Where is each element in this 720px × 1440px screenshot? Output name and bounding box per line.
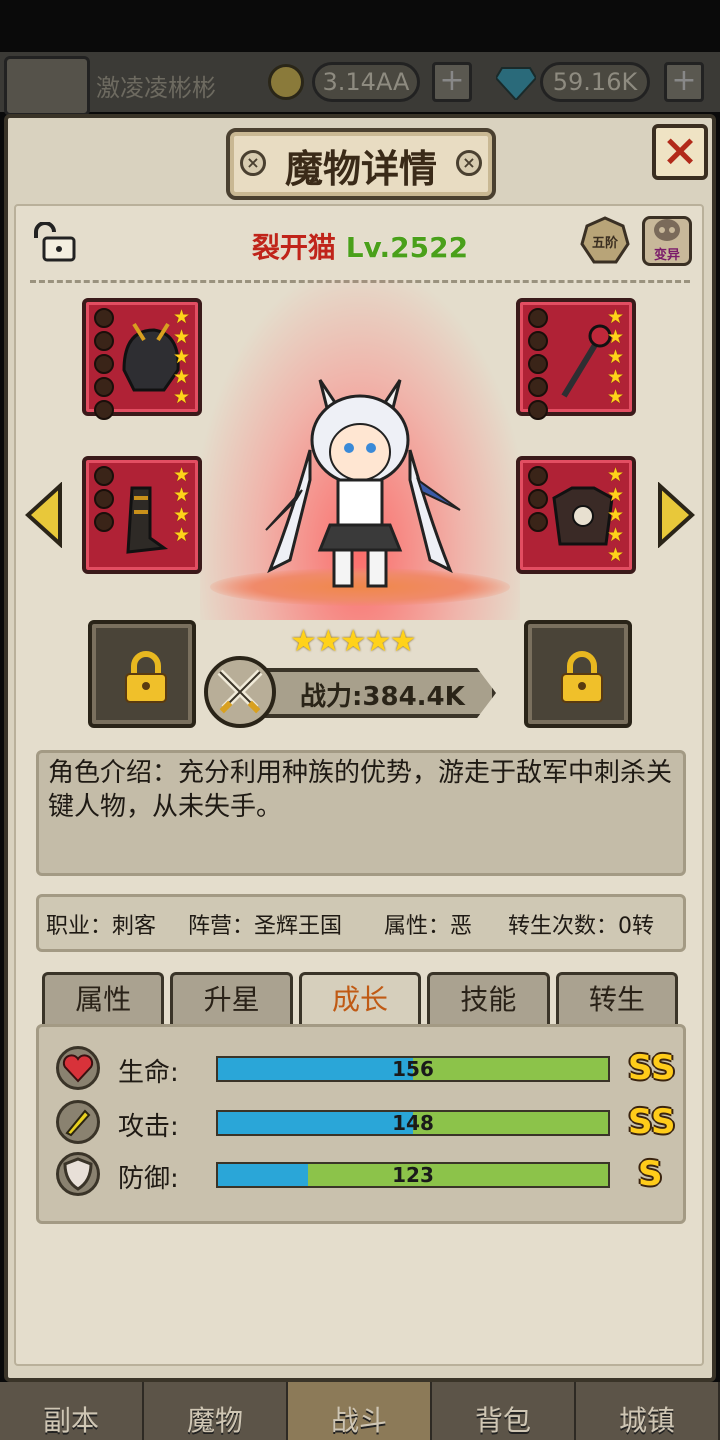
monster-stars: ★★★★★ [290, 624, 416, 659]
nav-battle[interactable]: 战斗 [288, 1382, 432, 1440]
equipment-slot-boots[interactable]: ★ ★ ★ ★ [82, 456, 202, 574]
stat-label-hp: 生命: [118, 1058, 179, 1088]
tab-attributes[interactable]: 属性 [42, 972, 165, 1028]
rank-label: 五阶 [591, 236, 618, 251]
equipment-slot-helmet[interactable]: ★ ★ ★ ★ ★ [82, 298, 202, 420]
locked-slot-left[interactable] [88, 620, 196, 728]
padlock-icon [561, 651, 603, 703]
combat-power: 战力:384.4K [300, 682, 465, 712]
description-text: 角色介绍：充分利用种族的优势，游走于敌军中刺杀关键人物，从未失手。 [48, 758, 673, 822]
tab-rebirth[interactable]: 转生 [555, 972, 679, 1028]
equipment-slot-weapon[interactable]: ★ ★ ★ ★ ★ [516, 298, 636, 420]
stat-bar-attack: 148 [216, 1110, 610, 1136]
nav-monster[interactable]: 魔物 [144, 1382, 288, 1440]
nav-dungeon[interactable]: 副本 [0, 1382, 144, 1440]
player-name: 激凌凌彬彬 [96, 74, 216, 102]
camp-info: 阵营：圣辉王国 [188, 914, 343, 939]
heart-icon [56, 1046, 100, 1090]
stat-grade-attack: SS [628, 1102, 676, 1142]
gold-amount: 3.14AA [312, 62, 420, 102]
player-avatar[interactable] [4, 56, 90, 116]
next-arrow-icon[interactable] [656, 482, 696, 548]
cat-assassin-character [265, 379, 461, 588]
add-gold-button[interactable]: + [432, 62, 472, 102]
mutate-label: 变异 [653, 248, 680, 263]
equipment-slot-armor[interactable]: ★ ★ ★ ★ ★ [516, 456, 636, 574]
gem-amount: 59.16K [540, 62, 650, 102]
monster-level: Lv.2522 [345, 231, 469, 264]
attack-icon [56, 1100, 100, 1144]
tab-growth[interactable]: 成长 [298, 972, 422, 1028]
stat-grade-defense: S [638, 1154, 663, 1194]
stat-value-hp: 156 [392, 1057, 434, 1081]
crossed-swords-icon [204, 656, 276, 728]
prev-arrow-icon[interactable] [24, 482, 64, 548]
rebirth-info: 转生次数：0转 [508, 914, 654, 939]
close-button[interactable]: × [652, 124, 708, 180]
gold-coin-icon [268, 64, 304, 100]
attribute-info: 属性：恶 [384, 914, 473, 939]
tab-star-up[interactable]: 升星 [170, 972, 293, 1028]
detail-tabs: 属性 升星 成长 技能 转生 [42, 972, 679, 1028]
nav-town[interactable]: 城镇 [576, 1382, 720, 1440]
stat-value-defense: 123 [392, 1163, 434, 1187]
stat-grade-hp: SS [628, 1048, 676, 1088]
bottom-nav: 副本 魔物 战斗 背包 城镇 [0, 1382, 720, 1440]
stat-value-attack: 148 [392, 1111, 434, 1135]
stat-bar-hp: 156 [216, 1056, 610, 1082]
monster-name: 裂开猫 [251, 231, 336, 264]
stat-label-attack: 攻击: [118, 1112, 179, 1142]
nav-bag[interactable]: 背包 [432, 1382, 576, 1440]
add-gem-button[interactable]: + [664, 62, 704, 102]
unlock-icon[interactable] [30, 222, 78, 262]
shield-icon [56, 1152, 100, 1196]
padlock-icon [125, 651, 167, 703]
dialog-title: 魔物详情 [284, 147, 437, 191]
locked-slot-right[interactable] [524, 620, 632, 728]
tab-skills[interactable]: 技能 [427, 972, 550, 1028]
stat-bar-defense: 123 [216, 1162, 610, 1188]
stat-label-defense: 防御: [118, 1164, 179, 1194]
monster-name-line: 裂开猫 Lv.2522 [200, 226, 520, 266]
skull-icon [654, 219, 680, 241]
job-info: 职业：刺客 [46, 914, 157, 939]
diamond-icon [496, 67, 536, 100]
